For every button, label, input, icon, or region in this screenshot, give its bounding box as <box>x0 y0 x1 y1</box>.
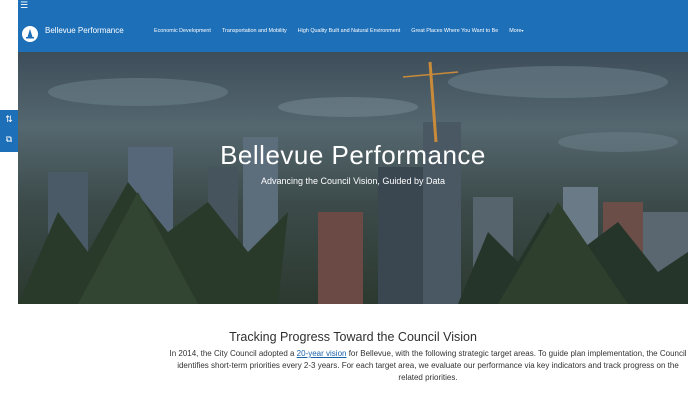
page-frame: ☰ Bellevue Performance Economic Developm… <box>18 0 688 412</box>
city-logo-icon[interactable] <box>22 26 38 42</box>
main-nav: Economic Development Transportation and … <box>154 28 524 34</box>
menu-icon[interactable]: ☰ <box>20 2 30 11</box>
nav-item-built-environment[interactable]: High Quality Built and Natural Environme… <box>298 28 400 34</box>
nav-item-more-label: More <box>509 28 522 34</box>
nav-item-transportation[interactable]: Transportation and Mobility <box>222 28 287 34</box>
side-toolbar: ⇅ ⧉ <box>0 110 18 152</box>
chevron-down-icon: ▾ <box>521 28 524 34</box>
top-navigation-bar: ☰ Bellevue Performance Economic Developm… <box>18 0 688 52</box>
intro-text-before: In 2014, the City Council adopted a <box>169 349 297 358</box>
hero-banner: Bellevue Performance Advancing the Counc… <box>18 52 688 304</box>
brand-title[interactable]: Bellevue Performance <box>45 26 124 35</box>
intro-paragraph: In 2014, the City Council adopted a 20-y… <box>168 348 688 384</box>
open-external-icon[interactable]: ⧉ <box>0 130 18 150</box>
nav-item-great-places[interactable]: Great Places Where You Want to Be <box>411 28 498 34</box>
nav-item-economic-development[interactable]: Economic Development <box>154 28 211 34</box>
vision-link[interactable]: 20-year vision <box>297 349 347 358</box>
share-icon[interactable]: ⇅ <box>0 110 18 130</box>
nav-item-more[interactable]: More▾ <box>509 28 523 34</box>
hero-subtitle: Advancing the Council Vision, Guided by … <box>261 176 445 186</box>
section-heading: Tracking Progress Toward the Council Vis… <box>229 330 477 344</box>
hero-title: Bellevue Performance <box>220 140 486 170</box>
